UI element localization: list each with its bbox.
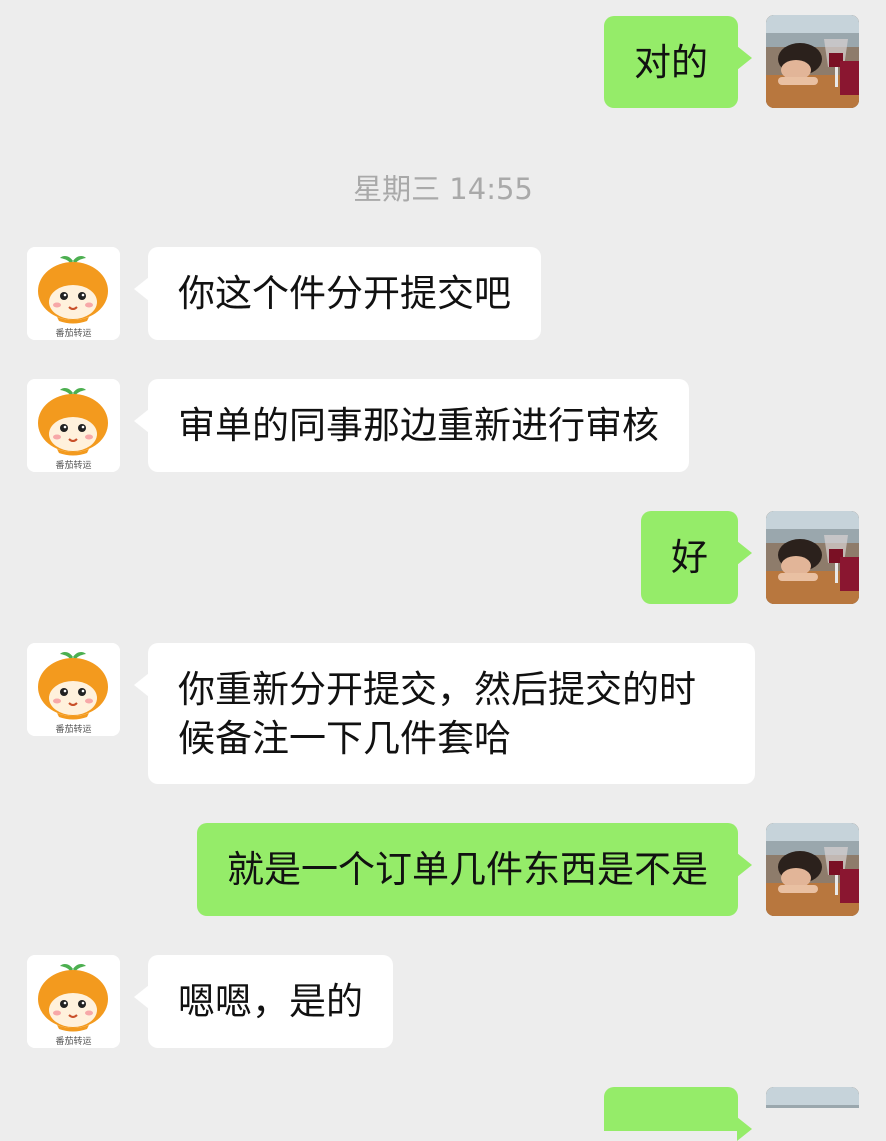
my-avatar[interactable]	[766, 823, 859, 916]
avatar-brand-text: 番茄转运	[55, 461, 92, 471]
merchant-avatar[interactable]: 番茄转运	[27, 643, 120, 736]
message-bubble-outgoing[interactable]: 好	[641, 511, 752, 604]
avatar-brand-text: 番茄转运	[55, 329, 92, 339]
merchant-avatar[interactable]: 番茄转运	[27, 379, 120, 472]
message-bubble-outgoing[interactable]: 对的	[604, 16, 752, 108]
message-bubble-incoming[interactable]: 审单的同事那边重新进行审核	[134, 379, 689, 472]
my-avatar[interactable]	[766, 1087, 859, 1108]
merchant-avatar[interactable]: 番茄转运	[27, 247, 120, 340]
message-bubble-incoming[interactable]: 你重新分开提交，然后提交的时候备注一下几件套哈	[134, 643, 755, 784]
avatar-brand-text: 番茄转运	[55, 725, 92, 735]
user-photo-avatar	[766, 15, 859, 108]
message-bubble-incoming[interactable]: 你这个件分开提交吧	[134, 247, 541, 340]
message-bubble-incoming[interactable]: 嗯嗯，是的	[134, 955, 393, 1048]
user-photo-avatar	[766, 823, 859, 916]
message-bubble-outgoing[interactable]: 就是一个订单几件东西是不是	[197, 823, 752, 916]
my-avatar[interactable]	[766, 511, 859, 604]
timestamp: 星期三 14:55	[353, 172, 533, 206]
avatar-brand-text: 番茄转运	[55, 1037, 92, 1047]
my-avatar[interactable]	[766, 15, 859, 108]
user-photo-avatar	[766, 511, 859, 604]
message-bubble-outgoing[interactable]	[604, 1087, 752, 1141]
user-photo-avatar	[766, 1087, 859, 1108]
chat-conversation: 对的 星期三 14:55 番茄转运 你这个件分开提交吧 番茄转运 审单的同事那边…	[0, 0, 886, 1141]
merchant-avatar[interactable]: 番茄转运	[27, 955, 120, 1048]
